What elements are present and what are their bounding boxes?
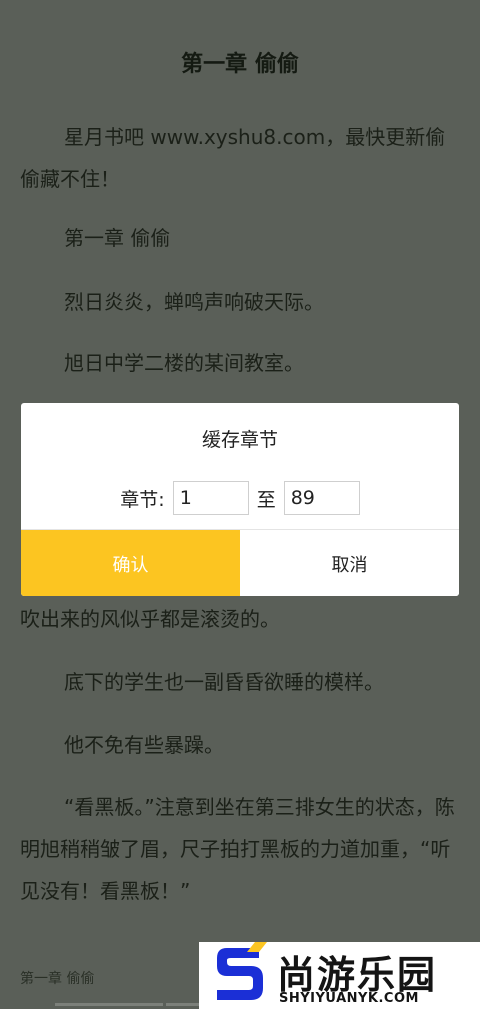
dialog-title: 缓存章节 <box>201 429 278 451</box>
dialog-buttons: 确认 取消 <box>21 529 459 596</box>
paragraph: “看黑板。”注意到坐在第三排女生的状态，陈明旭稍稍皱了眉，尺子拍打黑板的力道加重… <box>20 795 455 903</box>
page-indicator <box>166 1003 200 1006</box>
cancel-button[interactable]: 取消 <box>240 530 459 596</box>
confirm-button[interactable]: 确认 <box>21 530 240 596</box>
paragraph: 底下的学生也一副昏昏欲睡的模样。 <box>64 670 384 694</box>
chapter-range-row: 章节: 至 <box>21 479 459 517</box>
paragraph: 他不免有些暴躁。 <box>64 733 224 757</box>
footer-chapter-name: 第一章 偷偷 <box>20 971 95 987</box>
cache-chapters-dialog: 缓存章节 章节: 至 确认 取消 <box>21 403 459 596</box>
chapter-title: 第一章 偷偷 <box>181 52 299 77</box>
watermark: 尚游乐园 SHYIYUANYK.COM <box>199 942 480 1009</box>
to-chapter-input[interactable] <box>283 481 360 515</box>
paragraph: 旭日中学二楼的某间教室。 <box>64 351 304 375</box>
to-label: 至 <box>256 488 276 511</box>
paragraph: 第一章 偷偷 <box>64 226 171 250</box>
range-label: 章节: <box>120 488 165 511</box>
page-indicator <box>55 1003 163 1006</box>
paragraph: 吹出来的风似乎都是滚烫的。 <box>20 607 280 631</box>
from-chapter-input[interactable] <box>172 481 249 515</box>
watermark-logo-icon <box>217 942 267 1000</box>
watermark-url: SHYIYUANYK.COM <box>279 991 419 1006</box>
paragraph: 烈日炎炎，蝉鸣声响破天际。 <box>64 290 324 314</box>
paragraph: 星月书吧 www.xyshu8.com，最快更新偷偷藏不住！ <box>20 125 446 191</box>
